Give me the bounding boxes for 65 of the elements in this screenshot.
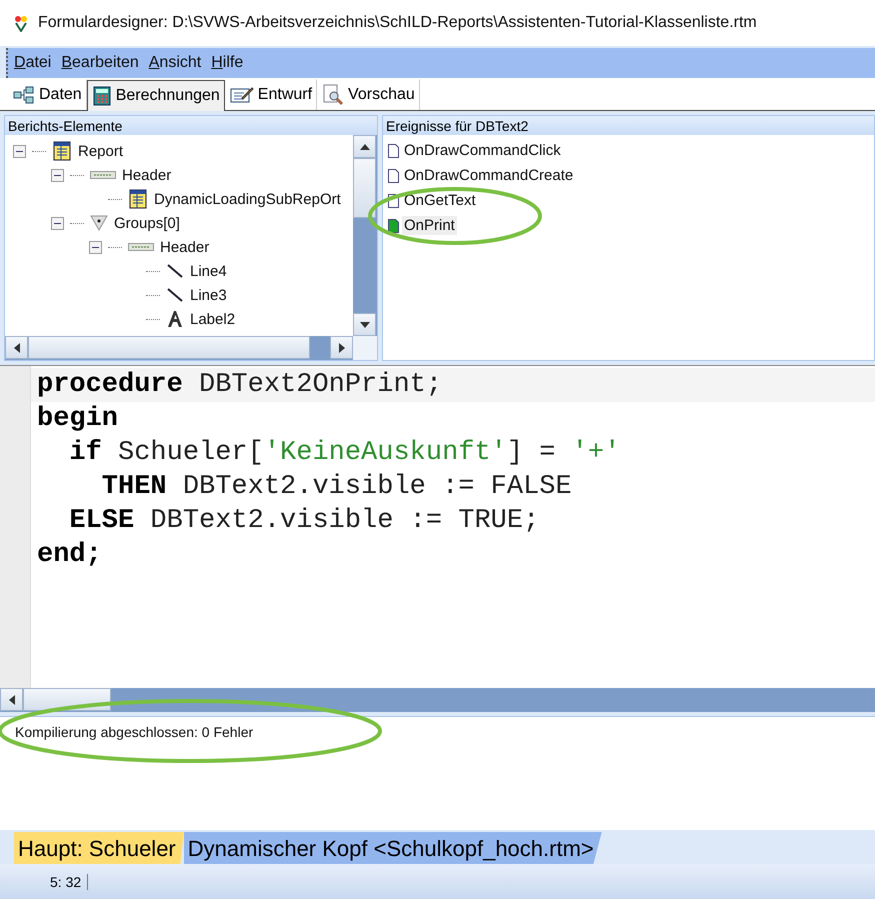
- left-arrow-icon: [8, 694, 14, 704]
- down-arrow-icon: [360, 322, 370, 328]
- magnifier-icon: [322, 84, 344, 106]
- tree-item[interactable]: Report: [78, 142, 124, 160]
- band-icon: [90, 170, 116, 180]
- panel-title: Ereignisse für DBText2: [383, 116, 874, 135]
- tree-line: [70, 174, 84, 176]
- band-icon: [128, 242, 154, 252]
- scroll-thumb[interactable]: [28, 336, 310, 359]
- tree-line: [146, 294, 160, 296]
- panel-title: Berichts-Elemente: [5, 116, 377, 135]
- scrollbar-corner: [353, 336, 377, 360]
- code-line: begin: [36, 403, 120, 436]
- tree-item[interactable]: DynamicLoadingSubRepOrt: [154, 190, 341, 208]
- up-arrow-icon: [360, 144, 370, 150]
- line-icon: [166, 263, 184, 279]
- horizontal-scrollbar[interactable]: [0, 688, 875, 712]
- report-tab[interactable]: Dynamischer Kopf <Schulkopf_hoch.rtm>: [184, 832, 602, 864]
- calculator-icon: [92, 86, 112, 106]
- vertical-scrollbar[interactable]: [353, 135, 377, 336]
- tree-item[interactable]: Header: [160, 238, 210, 256]
- table-icon: [52, 141, 72, 161]
- event-item[interactable]: OnDrawCommandCreate: [402, 166, 576, 185]
- tree-line: [108, 246, 122, 248]
- menu-item[interactable]: Datei: [14, 54, 52, 72]
- tab[interactable]: Berechnungen: [86, 80, 225, 111]
- tree-line: [146, 270, 160, 272]
- report-tab[interactable]: Haupt: Schueler: [14, 832, 184, 864]
- horizontal-scrollbar[interactable]: [5, 336, 377, 360]
- code-line: ELSE DBText2.visible := TRUE;: [68, 505, 540, 538]
- tree-item[interactable]: Groups[0]: [114, 214, 180, 232]
- letter-icon: [166, 310, 184, 328]
- event-item[interactable]: OnDrawCommandClick: [402, 141, 563, 160]
- tree-item[interactable]: Label2: [190, 310, 236, 328]
- scroll-thumb[interactable]: [353, 158, 376, 218]
- tree-line: [70, 222, 84, 224]
- menu-item[interactable]: Hilfe: [211, 54, 244, 72]
- collapse-button[interactable]: [89, 240, 102, 254]
- left-arrow-icon: [14, 342, 20, 352]
- line-icon: [166, 287, 184, 303]
- collapse-button[interactable]: [13, 144, 26, 158]
- event-item[interactable]: OnPrint: [402, 216, 457, 235]
- cursor-position: 5: 32: [50, 874, 88, 890]
- funnel-icon: [90, 215, 108, 231]
- code-line: THEN DBText2.visible := FALSE: [100, 471, 573, 504]
- tree-item[interactable]: Line3: [190, 286, 227, 304]
- menu-item[interactable]: Ansicht: [148, 54, 202, 72]
- window-title: Formulardesigner: D:\SVWS-Arbeitsverzeichnis\SchILD-Reports\Assistenten-Tutorial-Klassenliste.rtm: [38, 14, 757, 32]
- collapse-button[interactable]: [51, 216, 64, 230]
- tree-item[interactable]: Header: [122, 166, 172, 184]
- tree-item[interactable]: Line4: [190, 262, 227, 280]
- event-item[interactable]: OnGetText: [402, 191, 478, 210]
- collapse-button[interactable]: [51, 168, 64, 182]
- tree-line: [108, 198, 122, 200]
- diagram-icon: [13, 86, 35, 104]
- app-icon: [12, 14, 30, 32]
- table-icon: [128, 189, 148, 209]
- code-line: end;: [36, 539, 103, 572]
- pencil-icon: [230, 86, 254, 104]
- menu-item[interactable]: Bearbeiten: [61, 54, 139, 72]
- message-text: Kompilierung abgeschlossen: 0 Fehler: [15, 724, 254, 740]
- tree-line: [32, 150, 46, 152]
- tree-line: [146, 318, 160, 320]
- code-line: if Schueler['KeineAuskunft'] = '+': [68, 437, 622, 470]
- right-arrow-icon: [338, 342, 344, 352]
